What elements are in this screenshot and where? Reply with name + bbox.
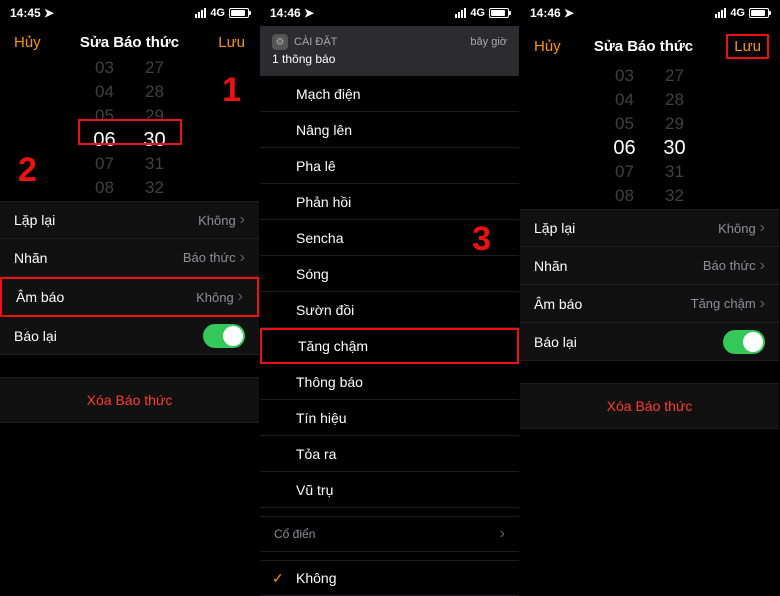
nav-title: Sửa Báo thức xyxy=(80,34,179,51)
phone-screen-2: 14:46 ➤ 4G ⚙ CÀI ĐẶT bây giờ 1 thông báo… xyxy=(260,0,520,520)
status-time: 14:46 xyxy=(530,6,561,20)
chevron-right-icon: › xyxy=(500,525,505,543)
sound-item-none[interactable]: ✓ Không xyxy=(260,560,519,596)
hour-column[interactable]: 03 04 05 06 07 08 xyxy=(600,65,650,207)
chevron-right-icon: › xyxy=(760,219,765,237)
sound-item[interactable]: Tỏa ra xyxy=(260,436,519,472)
chevron-right-icon: › xyxy=(240,249,245,267)
row-label: Nhãn xyxy=(534,258,567,274)
row-label: Lặp lại xyxy=(14,212,55,228)
chevron-right-icon: › xyxy=(760,295,765,313)
notification-banner[interactable]: ⚙ CÀI ĐẶT bây giờ 1 thông báo xyxy=(260,26,519,76)
annotation-step-1: 1 xyxy=(222,71,241,110)
settings-app-icon: ⚙ xyxy=(272,34,288,50)
annotation-step-2: 2 xyxy=(18,151,37,190)
time-picker[interactable]: 03 04 05 06 07 08 27 28 29 30 31 32 xyxy=(520,71,779,195)
time-picker[interactable]: 03 04 05 06 07 08 27 28 29 30 31 32 1 xyxy=(0,63,259,187)
notif-app-name: CÀI ĐẶT xyxy=(294,36,337,48)
battery-icon xyxy=(749,8,769,18)
delete-alarm-button[interactable]: Xóa Báo thức xyxy=(0,377,259,423)
signal-icon xyxy=(195,8,206,18)
network-label: 4G xyxy=(470,7,485,19)
sound-item[interactable]: Sườn đồi xyxy=(260,292,519,328)
row-label: Lặp lại xyxy=(534,220,575,236)
chevron-right-icon: › xyxy=(760,257,765,275)
row-sound[interactable]: Âm báo Không› xyxy=(0,277,259,317)
hour-column[interactable]: 03 04 05 06 07 08 xyxy=(80,57,130,199)
sound-item[interactable]: Sóng xyxy=(260,256,519,292)
row-label: Báo lại xyxy=(14,328,57,344)
network-label: 4G xyxy=(730,7,745,19)
location-icon: ➤ xyxy=(44,6,54,20)
status-time: 14:45 xyxy=(10,6,41,20)
phone-screen-3: 14:46 ➤ 4G Hủy Sửa Báo thức Lưu 03 04 05… xyxy=(520,0,780,520)
status-bar: 14:46 ➤ 4G xyxy=(260,0,519,26)
sound-item[interactable]: Tín hiệu xyxy=(260,400,519,436)
sound-item[interactable]: Vũ trụ xyxy=(260,472,519,508)
nav-title: Sửa Báo thức xyxy=(594,38,693,55)
sound-item[interactable]: Mạch điện xyxy=(260,76,519,112)
sound-section-classic[interactable]: Cổ điển › xyxy=(260,516,519,552)
notif-subtitle: 1 thông báo xyxy=(272,52,507,66)
phone-screen-1: 14:45 ➤ 4G Hủy Sửa Báo thức Lưu 03 04 05… xyxy=(0,0,260,520)
cancel-button[interactable]: Hủy xyxy=(14,34,41,51)
status-time: 14:46 xyxy=(270,6,301,20)
settings-rows: Lặp lại Không› Nhãn Báo thức› Âm báo Khô… xyxy=(0,201,259,355)
row-repeat[interactable]: Lặp lại Không› xyxy=(0,201,259,239)
annotation-step-3: 3 xyxy=(472,220,491,259)
settings-rows: Lặp lại Không› Nhãn Báo thức› Âm báo Tăn… xyxy=(520,209,779,361)
battery-icon xyxy=(489,8,509,18)
row-label: Báo lại xyxy=(534,334,577,350)
signal-icon xyxy=(715,8,726,18)
sound-list: Mạch điện Nâng lên Pha lê Phản hồi Sench… xyxy=(260,76,519,596)
row-snooze: Báo lại xyxy=(520,323,779,361)
status-bar: 14:45 ➤ 4G xyxy=(0,0,259,26)
battery-icon xyxy=(229,8,249,18)
delete-alarm-button[interactable]: Xóa Báo thức xyxy=(520,383,779,429)
check-icon: ✓ xyxy=(272,570,284,587)
location-icon: ➤ xyxy=(564,6,574,20)
snooze-toggle[interactable] xyxy=(203,324,245,348)
sound-item[interactable]: Nâng lên xyxy=(260,112,519,148)
minute-column[interactable]: 27 28 29 30 31 32 xyxy=(130,57,180,199)
notif-time: bây giờ xyxy=(470,36,507,48)
cancel-button[interactable]: Hủy xyxy=(534,38,561,55)
status-bar: 14:46 ➤ 4G xyxy=(520,0,779,26)
sound-item-selected[interactable]: Tăng chậm xyxy=(260,328,519,364)
network-label: 4G xyxy=(210,7,225,19)
row-label: Nhãn xyxy=(14,250,47,266)
sound-item[interactable]: Pha lê xyxy=(260,148,519,184)
row-label[interactable]: Nhãn Báo thức› xyxy=(0,239,259,277)
signal-icon xyxy=(455,8,466,18)
snooze-toggle[interactable] xyxy=(723,330,765,354)
minute-column[interactable]: 27 28 29 30 31 32 xyxy=(650,65,700,207)
sound-item[interactable]: Thông báo xyxy=(260,364,519,400)
chevron-right-icon: › xyxy=(240,211,245,229)
row-label: Âm báo xyxy=(534,296,582,312)
save-button[interactable]: Lưu xyxy=(218,34,245,51)
row-repeat[interactable]: Lặp lại Không› xyxy=(520,209,779,247)
row-label[interactable]: Nhãn Báo thức› xyxy=(520,247,779,285)
row-label: Âm báo xyxy=(16,289,64,305)
save-button[interactable]: Lưu xyxy=(726,34,769,59)
row-snooze: Báo lại xyxy=(0,317,259,355)
chevron-right-icon: › xyxy=(238,288,243,306)
row-sound[interactable]: Âm báo Tăng chậm› xyxy=(520,285,779,323)
location-icon: ➤ xyxy=(304,6,314,20)
sound-item[interactable]: Phản hồi xyxy=(260,184,519,220)
